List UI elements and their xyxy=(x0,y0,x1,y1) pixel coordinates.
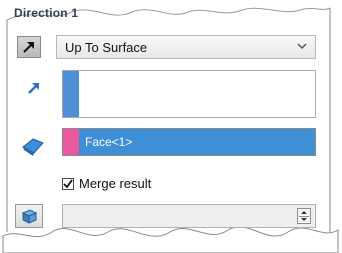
merge-result-checkbox[interactable] xyxy=(62,177,74,190)
feature-scope-button[interactable] xyxy=(15,204,43,228)
reverse-direction-button[interactable] xyxy=(17,36,41,58)
merge-result-option[interactable]: Merge result xyxy=(62,176,151,191)
end-condition-value: Up To Surface xyxy=(65,39,148,55)
selected-face-item[interactable]: Face<1> xyxy=(85,135,132,149)
blue-arrow-icon xyxy=(28,83,39,94)
checkmark-icon xyxy=(63,178,73,188)
section-title[interactable]: Direction 1 xyxy=(14,6,78,20)
solid-body-icon xyxy=(21,209,38,224)
property-manager-panel: Direction 1 Up To Surface Face<1> Merge … xyxy=(0,0,342,253)
numeric-spin-field[interactable] xyxy=(62,204,316,228)
spinner-up-down-icon[interactable] xyxy=(297,208,311,224)
end-condition-dropdown[interactable]: Up To Surface xyxy=(56,35,316,59)
arrow-diagonal-icon xyxy=(23,42,34,53)
merge-result-label: Merge result xyxy=(79,176,152,191)
direction-selection-box[interactable] xyxy=(62,70,316,118)
face-color-swatch xyxy=(63,129,79,155)
chevron-down-icon xyxy=(297,43,307,50)
surface-selection-icon xyxy=(22,138,44,156)
selection-color-swatch xyxy=(63,71,79,117)
face-selection-box[interactable]: Face<1> xyxy=(62,128,316,156)
